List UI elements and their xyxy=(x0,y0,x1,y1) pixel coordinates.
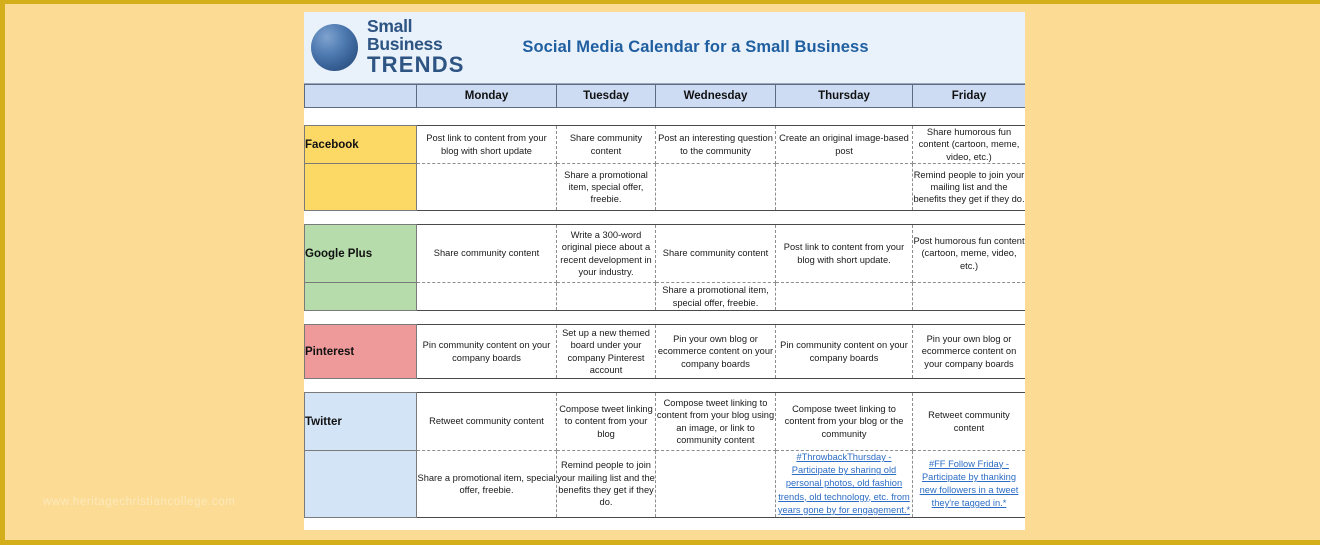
calendar-cell: Share a promotional item, special offer,… xyxy=(416,450,557,518)
row-label-facebook: Facebook xyxy=(304,125,417,164)
calendar-cell: Compose tweet linking to content from yo… xyxy=(655,392,776,451)
row-label-twitter xyxy=(304,450,417,518)
calendar-cell xyxy=(416,163,557,211)
calendar-cell: Compose tweet linking to content from yo… xyxy=(775,392,913,451)
calendar-cell: Share a promotional item, special offer,… xyxy=(655,282,776,311)
spacer-cell xyxy=(304,107,1025,126)
social-media-calendar-table: Monday Tuesday Wednesday Thursday Friday Face… xyxy=(304,84,1025,518)
column-header-thursday: Thursday xyxy=(775,84,913,108)
calendar-cell[interactable]: #ThrowbackThursday - Participate by shar… xyxy=(775,450,913,518)
column-header-friday: Friday xyxy=(912,84,1025,108)
spacer-row xyxy=(304,378,1025,393)
calendar-cell: Retweet community content xyxy=(912,392,1025,451)
logo-orb-icon xyxy=(311,24,358,71)
small-business-trends-logo: Small Business TRENDS xyxy=(304,18,486,76)
table-row: Google Plus Share community content Write … xyxy=(304,224,1025,283)
column-header-tuesday: Tuesday xyxy=(556,84,656,108)
calendar-cell xyxy=(775,282,913,311)
row-label-pinterest: Pinterest xyxy=(304,324,417,379)
logo-wordmark: Small Business TRENDS xyxy=(367,18,486,76)
calendar-cell xyxy=(912,282,1025,311)
calendar-cell: Post link to content from your blog with… xyxy=(775,224,913,283)
table-row: Share a promotional item, special offer,… xyxy=(304,163,1025,211)
table-row: Twitter Retweet community content Compose … xyxy=(304,392,1025,451)
calendar-cell[interactable]: #FF Follow Friday - Participate by thank… xyxy=(912,450,1025,518)
spacer-cell xyxy=(304,378,1025,393)
calendar-cell: Post link to content from your blog with… xyxy=(416,125,557,164)
column-header-wednesday: Wednesday xyxy=(655,84,776,108)
calendar-cell: Create an original image-based post xyxy=(775,125,913,164)
hashtag-link[interactable]: #ThrowbackThursday - Participate by shar… xyxy=(776,451,912,517)
calendar-sheet: Small Business TRENDS Social Media Calen… xyxy=(304,12,1025,530)
row-label-google-plus: Google Plus xyxy=(304,224,417,283)
calendar-cell: Pin community content on your company bo… xyxy=(416,324,557,379)
spacer-row xyxy=(304,310,1025,325)
logo-line-two: TRENDS xyxy=(367,52,465,78)
row-label-google-plus xyxy=(304,282,417,311)
calendar-cell: Post humorous fun content (cartoon, meme… xyxy=(912,224,1025,283)
row-label-twitter: Twitter xyxy=(304,392,417,451)
calendar-cell: Share community content xyxy=(655,224,776,283)
row-label-facebook xyxy=(304,163,417,211)
calendar-cell: Pin community content on your company bo… xyxy=(775,324,913,379)
watermark-text: www.heritagechristiancollege.com xyxy=(43,496,236,508)
calendar-cell: Compose tweet linking to content from yo… xyxy=(556,392,656,451)
hashtag-link[interactable]: #FF Follow Friday - Participate by thank… xyxy=(913,458,1025,511)
calendar-cell: Share community content xyxy=(556,125,656,164)
table-row: Share a promotional item, special offer,… xyxy=(304,282,1025,311)
calendar-cell: Pin your own blog or ecommerce content o… xyxy=(912,324,1025,379)
calendar-cell xyxy=(416,282,557,311)
column-header-monday: Monday xyxy=(416,84,557,108)
sheet-header: Small Business TRENDS Social Media Calen… xyxy=(304,12,1025,84)
calendar-cell: Write a 300-word original piece about a … xyxy=(556,224,656,283)
calendar-cell: Share community content xyxy=(416,224,557,283)
table-row: Facebook Post link to content from your b… xyxy=(304,125,1025,164)
page-background: www.heritagechristiancollege.com Small B… xyxy=(0,0,1320,545)
day-header-row: Monday Tuesday Wednesday Thursday Friday xyxy=(304,84,1025,108)
spacer-cell xyxy=(304,310,1025,325)
calendar-cell: Share humorous fun content (cartoon, mem… xyxy=(912,125,1025,164)
calendar-cell: Remind people to join your mailing list … xyxy=(556,450,656,518)
calendar-cell: Post an interesting question to the comm… xyxy=(655,125,776,164)
calendar-cell xyxy=(775,163,913,211)
table-row: Pinterest Pin community content on your c… xyxy=(304,324,1025,379)
calendar-cell: Share a promotional item, special offer,… xyxy=(556,163,656,211)
table-row: Share a promotional item, special offer,… xyxy=(304,450,1025,518)
header-corner-cell xyxy=(304,84,417,108)
calendar-cell: Retweet community content xyxy=(416,392,557,451)
spacer-row xyxy=(304,210,1025,225)
calendar-cell xyxy=(655,450,776,518)
calendar-cell: Pin your own blog or ecommerce content o… xyxy=(655,324,776,379)
calendar-cell xyxy=(655,163,776,211)
calendar-cell xyxy=(556,282,656,311)
calendar-cell: Remind people to join your mailing list … xyxy=(912,163,1025,211)
spacer-cell xyxy=(304,210,1025,225)
calendar-cell: Set up a new themed board under your com… xyxy=(556,324,656,379)
spacer-row xyxy=(304,107,1025,126)
page-title: Social Media Calendar for a Small Busine… xyxy=(522,38,869,56)
logo-line-one: Small Business xyxy=(367,16,443,55)
